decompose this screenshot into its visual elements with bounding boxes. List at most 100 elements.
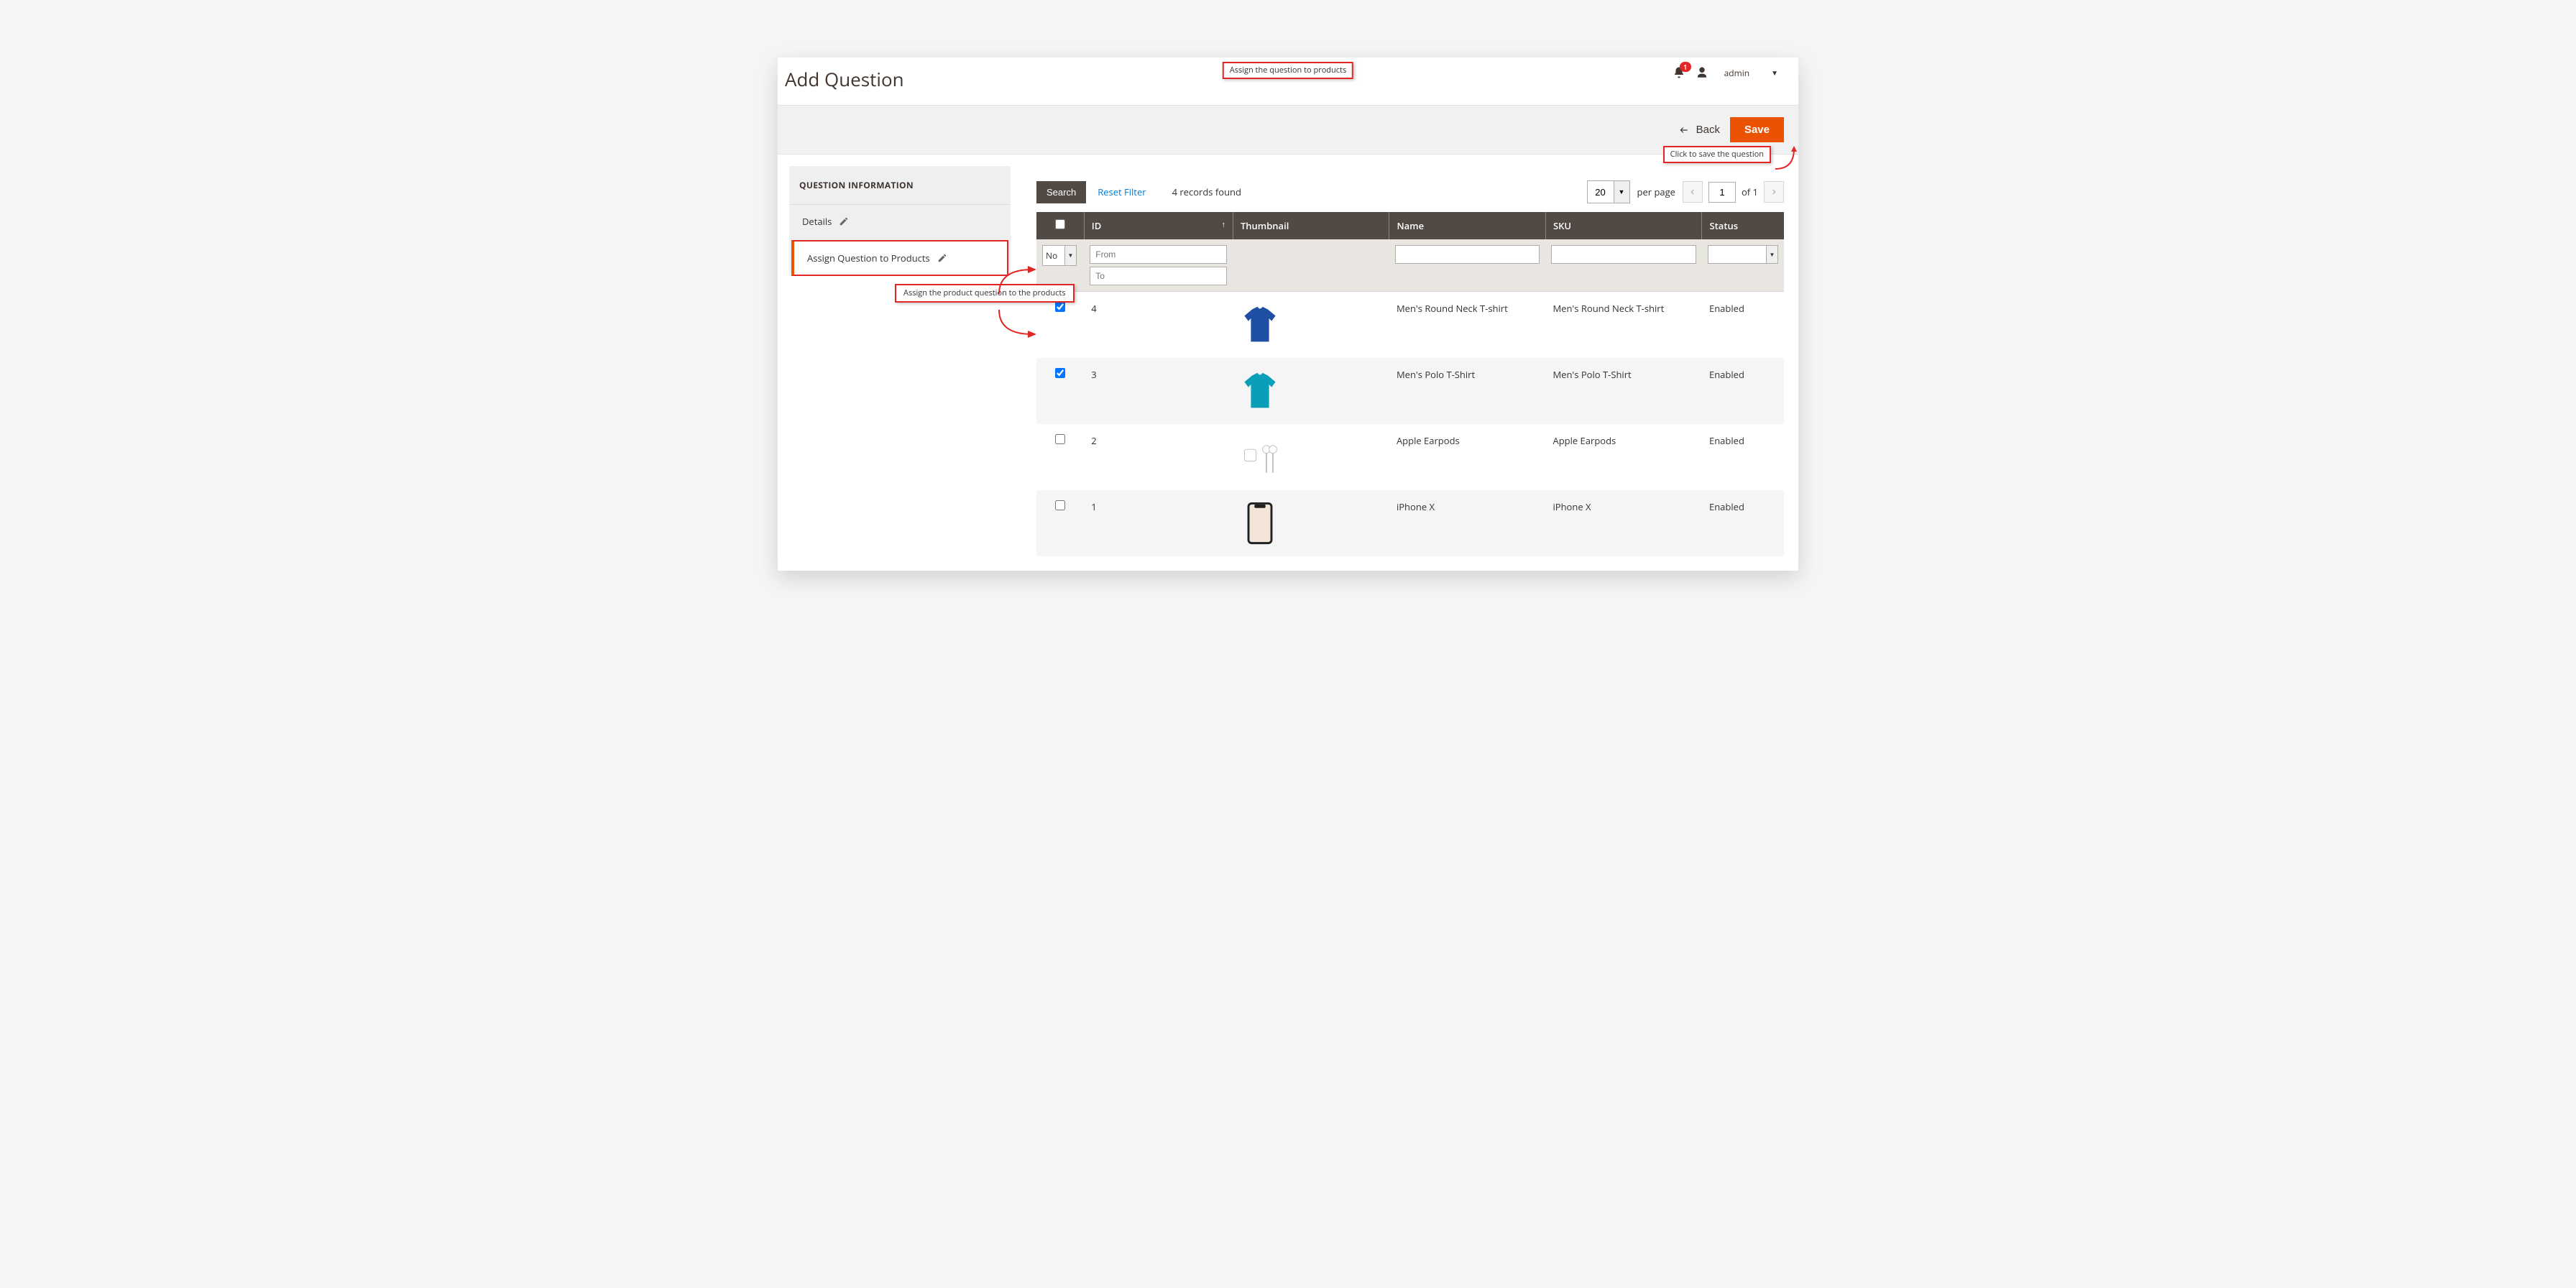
chevron-left-icon (1689, 188, 1696, 196)
filter-id-from[interactable] (1090, 245, 1227, 264)
products-table: ID↑ Thumbnail Name SKU Status No ▼ (1036, 212, 1784, 556)
page-title: Add Question (785, 66, 904, 92)
admin-label: admin (1724, 67, 1750, 79)
page-of-label: of 1 (1742, 185, 1758, 198)
cell-id: 1 (1084, 490, 1233, 556)
cell-sku: iPhone X (1545, 490, 1702, 556)
cell-status: Enabled (1702, 424, 1784, 490)
question-info-panel: QUESTION INFORMATION Details Assign Ques… (789, 166, 1011, 276)
arrow-left-icon (1678, 125, 1690, 135)
header-actions: 1 admin ▼ (1673, 66, 1784, 79)
sidebar-item-assign[interactable]: Assign Question to Products (791, 240, 1008, 276)
sidebar-item-label: Details (802, 215, 832, 228)
caret-down-icon: ▼ (1619, 188, 1625, 196)
row-checkbox[interactable] (1055, 302, 1065, 312)
main-content: QUESTION INFORMATION Details Assign Ques… (778, 155, 1798, 571)
pencil-icon (839, 216, 849, 226)
cell-name: Men's Polo T-Shirt (1389, 358, 1546, 424)
caret-down-icon: ▼ (1771, 68, 1778, 78)
back-label: Back (1696, 124, 1720, 136)
filter-checkbox-value: No (1043, 246, 1064, 265)
records-found-label: 4 records found (1172, 185, 1241, 198)
page-number-input[interactable] (1708, 182, 1736, 203)
reset-filter-link[interactable]: Reset Filter (1098, 185, 1146, 198)
caret-down-icon: ▼ (1064, 246, 1076, 265)
per-page-value[interactable] (1588, 183, 1614, 202)
cell-thumbnail (1233, 490, 1389, 556)
cell-id: 4 (1084, 292, 1233, 359)
action-bar: Back Save Click to save the question (778, 106, 1798, 155)
row-checkbox[interactable] (1055, 500, 1065, 510)
sidebar: QUESTION INFORMATION Details Assign Ques… (778, 155, 1022, 571)
table-row[interactable]: 1iPhone XiPhone XEnabled (1036, 490, 1784, 556)
cell-sku: Apple Earpods (1545, 424, 1702, 490)
table-row[interactable]: 3Men's Polo T-ShirtMen's Polo T-ShirtEna… (1036, 358, 1784, 424)
callout-assign-top: Assign the question to products (1223, 62, 1353, 79)
back-button[interactable]: Back (1678, 124, 1720, 136)
filter-status-select[interactable]: ▼ (1708, 245, 1778, 264)
cell-name: Men's Round Neck T-shirt (1389, 292, 1546, 359)
admin-account-dropdown[interactable]: admin ▼ (1719, 67, 1784, 79)
notifications-button[interactable]: 1 (1673, 66, 1685, 79)
chevron-right-icon (1770, 188, 1777, 196)
filter-id-to[interactable] (1090, 267, 1227, 285)
cell-sku: Men's Round Neck T-shirt (1545, 292, 1702, 359)
col-id[interactable]: ID↑ (1084, 212, 1233, 239)
col-name[interactable]: Name (1389, 212, 1546, 239)
cell-thumbnail (1233, 424, 1389, 490)
cell-name: iPhone X (1389, 490, 1546, 556)
per-page-label: per page (1637, 185, 1675, 198)
panel-title: QUESTION INFORMATION (789, 166, 1011, 205)
product-thumbnail (1240, 368, 1280, 414)
col-sku[interactable]: SKU (1545, 212, 1702, 239)
content-area: Assign the product question to the produ… (1022, 155, 1798, 571)
toolbar-left: Search Reset Filter 4 records found (1036, 181, 1241, 203)
filter-sku[interactable] (1551, 245, 1696, 264)
search-button[interactable]: Search (1036, 181, 1086, 203)
next-page-button[interactable] (1764, 181, 1784, 203)
pager: of 1 (1683, 181, 1784, 203)
grid-toolbar: Search Reset Filter 4 records found ▼ pe… (1036, 180, 1784, 203)
cell-thumbnail (1233, 292, 1389, 359)
pencil-icon (937, 253, 947, 263)
table-header: ID↑ Thumbnail Name SKU Status (1036, 212, 1784, 239)
caret-down-icon: ▼ (1766, 246, 1777, 263)
col-checkbox (1036, 212, 1084, 239)
col-status[interactable]: Status (1702, 212, 1784, 239)
filter-row: No ▼ (1036, 239, 1784, 292)
notification-badge: 1 (1680, 62, 1691, 72)
filter-status-value (1708, 246, 1766, 263)
callout-assign-products: Assign the product question to the produ… (895, 284, 1075, 303)
cell-sku: Men's Polo T-Shirt (1545, 358, 1702, 424)
select-all-checkbox[interactable] (1055, 219, 1065, 229)
cell-thumbnail (1233, 358, 1389, 424)
sort-asc-icon: ↑ (1221, 219, 1225, 230)
app-window: Add Question Assign the question to prod… (778, 58, 1798, 571)
page-header: Add Question Assign the question to prod… (778, 58, 1798, 106)
table-row[interactable]: 4 Men's Round Neck T-shirtMen's Round Nec… (1036, 292, 1784, 359)
cell-status: Enabled (1702, 358, 1784, 424)
product-thumbnail (1240, 302, 1280, 348)
cell-status: Enabled (1702, 490, 1784, 556)
product-thumbnail (1240, 434, 1280, 480)
toolbar-right: ▼ per page of 1 (1587, 180, 1785, 203)
callout-arrow-upper-icon (996, 262, 1039, 298)
user-icon[interactable] (1696, 66, 1708, 79)
cell-status: Enabled (1702, 292, 1784, 359)
callout-arrow-lower-icon (996, 305, 1039, 341)
row-checkbox[interactable] (1055, 368, 1065, 378)
filter-name[interactable] (1395, 245, 1540, 264)
filter-checkbox-select[interactable]: No ▼ (1042, 245, 1077, 266)
table-row[interactable]: 2Apple EarpodsApple EarpodsEnabled (1036, 424, 1784, 490)
row-checkbox[interactable] (1055, 434, 1065, 444)
product-thumbnail (1240, 500, 1280, 546)
prev-page-button[interactable] (1683, 181, 1703, 203)
cell-id: 2 (1084, 424, 1233, 490)
sidebar-item-label: Assign Question to Products (807, 252, 930, 264)
cell-name: Apple Earpods (1389, 424, 1546, 490)
per-page-dropdown-button[interactable]: ▼ (1614, 181, 1629, 203)
per-page-select[interactable]: ▼ (1587, 180, 1630, 203)
col-thumbnail: Thumbnail (1233, 212, 1389, 239)
sidebar-item-details[interactable]: Details (789, 205, 1011, 238)
save-button[interactable]: Save (1730, 117, 1784, 142)
